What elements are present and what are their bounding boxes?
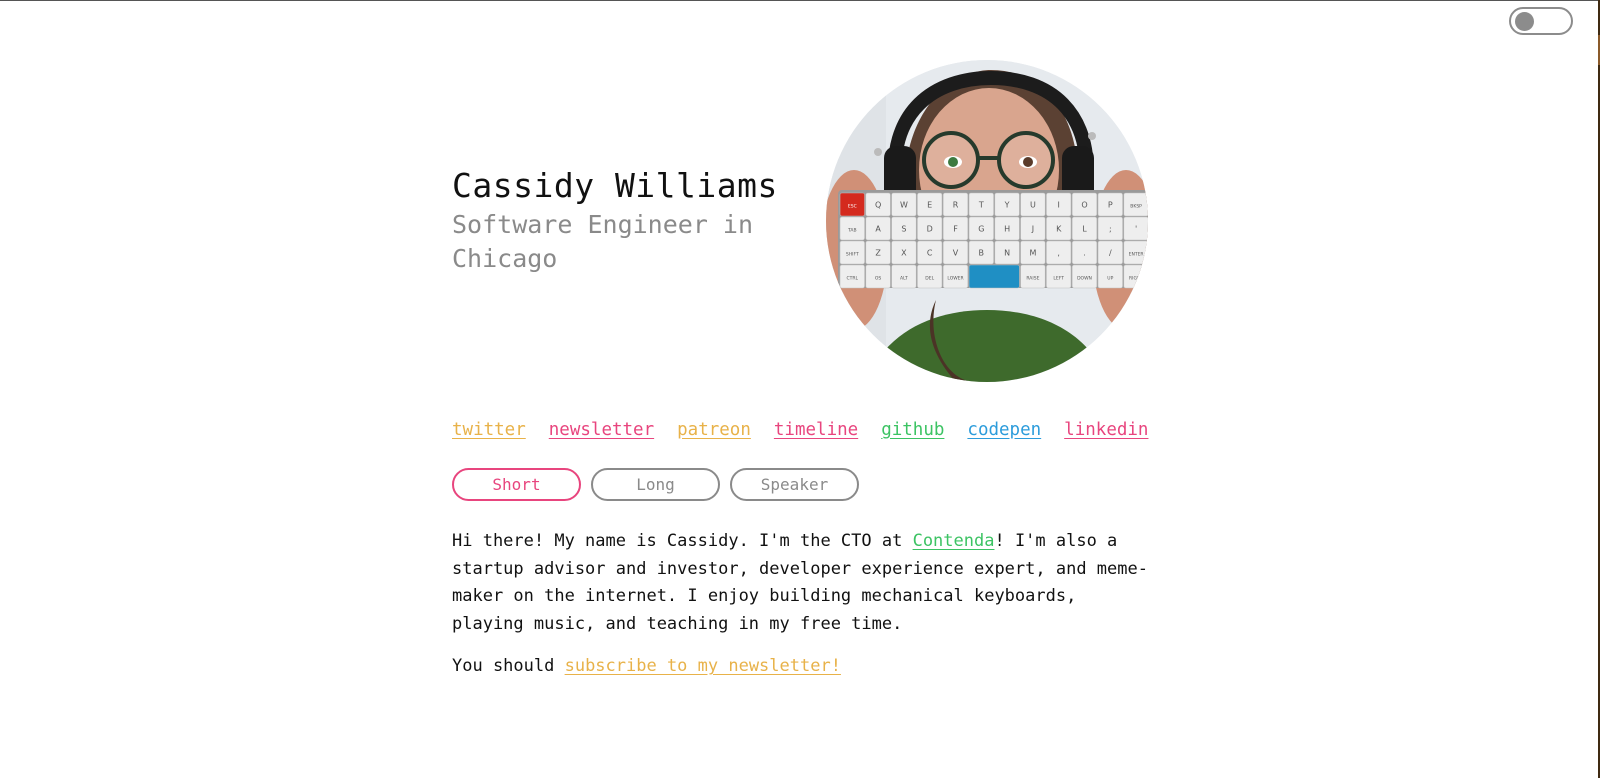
window-top-border bbox=[0, 0, 1600, 1]
keycap-label: F bbox=[953, 225, 958, 234]
keycap-label: G bbox=[978, 225, 984, 234]
subtitle: Software Engineer in Chicago bbox=[452, 210, 754, 273]
keycap-label: / bbox=[1109, 249, 1112, 258]
link-linkedin[interactable]: linkedin bbox=[1064, 420, 1148, 440]
keycap-label: A bbox=[875, 225, 881, 234]
keycap-label: ESC bbox=[848, 204, 857, 210]
keycap bbox=[968, 264, 1020, 289]
tab-speaker[interactable]: Speaker bbox=[730, 468, 859, 501]
keycap-label: , bbox=[1057, 249, 1060, 258]
keycap-label: W bbox=[900, 201, 908, 210]
keycap-label: RAISE bbox=[1026, 276, 1039, 282]
cta-prefix: You should bbox=[452, 656, 565, 676]
avatar: ESC Q W E R T Y U I O P BKSP TAB A S D F G H J K L; ' SHIFT Z X C V… bbox=[826, 60, 1148, 382]
photo-iris bbox=[948, 157, 958, 167]
link-timeline[interactable]: timeline bbox=[774, 420, 858, 440]
keycap-label: K bbox=[1056, 225, 1062, 234]
keycap-label: R bbox=[953, 201, 959, 210]
keycap-label: BKSP bbox=[1130, 204, 1142, 210]
keycap-label: OS bbox=[875, 276, 882, 282]
keycap-label: L bbox=[1082, 225, 1087, 234]
link-github[interactable]: github bbox=[881, 420, 944, 440]
keycap-label: T bbox=[978, 201, 984, 210]
photo-keyboard: ESC Q W E R T Y U I O P BKSP TAB A S D F G H J K L; ' SHIFT Z X C V… bbox=[838, 190, 1148, 289]
keycap-label: H bbox=[1004, 225, 1010, 234]
photo-headphone-dot bbox=[874, 148, 882, 156]
social-links: twitter newsletter patreon timeline github co… bbox=[452, 420, 1148, 440]
theme-toggle[interactable] bbox=[1509, 7, 1573, 35]
keycap-label: Y bbox=[1004, 201, 1010, 210]
keycap-label: SHIFT bbox=[846, 252, 859, 258]
keycap-label: I bbox=[1058, 201, 1060, 210]
bio-paragraph: Hi there! My name is Cassidy. I'm the CT… bbox=[452, 528, 1152, 638]
main-content: Cassidy Williams Software Engineer in Ch… bbox=[452, 60, 1148, 676]
tab-long[interactable]: Long bbox=[591, 468, 720, 501]
keycap-label: UP bbox=[1107, 276, 1113, 282]
tab-short[interactable]: Short bbox=[452, 468, 581, 501]
page-title: Cassidy Williams bbox=[452, 166, 778, 205]
keycap-label: U bbox=[1030, 201, 1036, 210]
header: Cassidy Williams Software Engineer in Ch… bbox=[452, 60, 1148, 382]
link-patreon[interactable]: patreon bbox=[677, 420, 751, 440]
newsletter-cta: You should subscribe to my newsletter! bbox=[452, 653, 841, 680]
keycap-label: LOWER bbox=[947, 276, 963, 282]
keycap-label: RIGHT bbox=[1129, 276, 1143, 282]
keycap-label: X bbox=[901, 249, 907, 258]
keycap-label: Q bbox=[875, 201, 881, 210]
keycap-label: C bbox=[927, 249, 933, 258]
bio-length-tabs: Short Long Speaker bbox=[452, 468, 859, 501]
keycap-label: CTRL bbox=[847, 276, 859, 282]
keycap-label: ; bbox=[1109, 225, 1112, 234]
keycap-label: O bbox=[1081, 201, 1087, 210]
keycap-label: V bbox=[953, 249, 959, 258]
keycap-label: M bbox=[1029, 249, 1036, 258]
keycap-label: B bbox=[979, 249, 985, 258]
keycap-label: LEFT bbox=[1053, 276, 1064, 282]
keycap-label: TAB bbox=[847, 228, 857, 234]
keycap-label: N bbox=[1004, 249, 1010, 258]
keycap-label: D bbox=[927, 225, 933, 234]
keycap-label: ALT bbox=[900, 276, 908, 282]
keycap-label: . bbox=[1083, 249, 1086, 258]
photo-headphone-dot bbox=[1088, 132, 1096, 140]
link-newsletter[interactable]: newsletter bbox=[549, 420, 654, 440]
avatar-photo: ESC Q W E R T Y U I O P BKSP TAB A S D F G H J K L; ' SHIFT Z X C V… bbox=[826, 60, 1148, 382]
keycap-label: ENTER bbox=[1129, 252, 1144, 258]
keycap-label: E bbox=[927, 201, 932, 210]
photo-iris bbox=[1023, 157, 1033, 167]
subscribe-newsletter-link[interactable]: subscribe to my newsletter! bbox=[565, 656, 841, 676]
keycap-label: ' bbox=[1135, 225, 1137, 234]
link-twitter[interactable]: twitter bbox=[452, 420, 526, 440]
toggle-switch-icon bbox=[1515, 12, 1534, 31]
bio-text-start: Hi there! My name is Cassidy. I'm the CT… bbox=[452, 531, 913, 551]
keycap-label: S bbox=[901, 225, 906, 234]
keycap-label: DEL bbox=[925, 276, 934, 282]
keycap-label: DOWN bbox=[1077, 276, 1092, 282]
keycap-label: P bbox=[1108, 201, 1113, 210]
keycap-label: Z bbox=[875, 249, 881, 258]
keycap-label: J bbox=[1031, 225, 1034, 234]
contenda-link[interactable]: Contenda bbox=[913, 531, 995, 551]
link-codepen[interactable]: codepen bbox=[967, 420, 1041, 440]
